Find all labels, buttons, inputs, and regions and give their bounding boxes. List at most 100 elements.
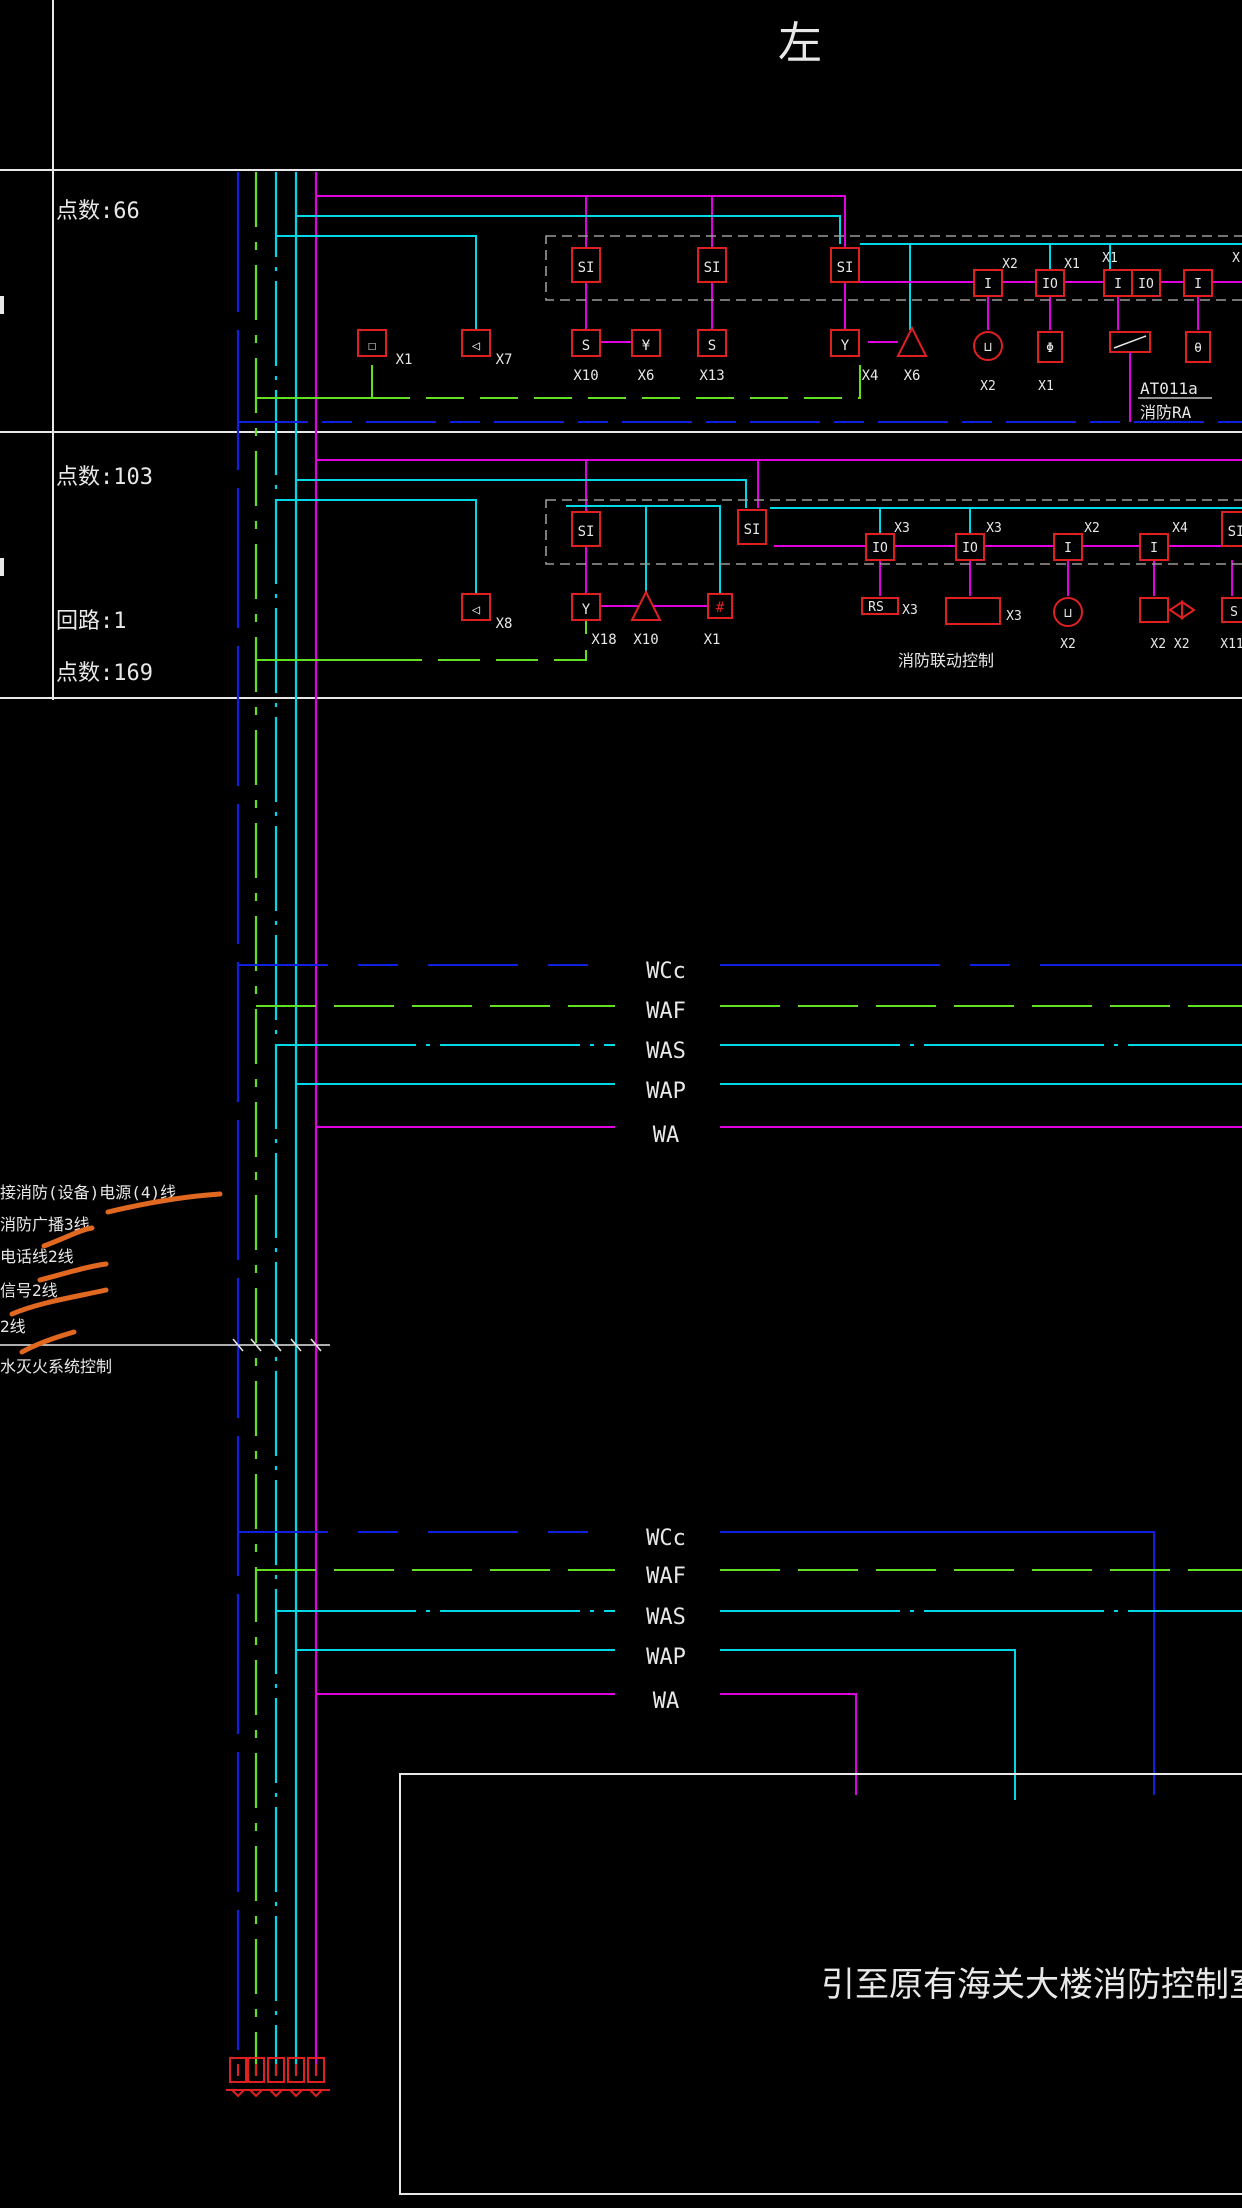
- svg-text:SI: SI: [837, 260, 854, 276]
- riser-note: 接消防(设备)电源(4)线: [0, 1183, 176, 1202]
- riser-note: 水灭火系统控制: [0, 1357, 112, 1376]
- io-device: θ: [1185, 331, 1211, 363]
- riser-note: 2线: [0, 1317, 26, 1336]
- row1-io-modules: IX2 IOX1 IX1 IO IX: [973, 251, 1240, 297]
- io-module: I X1: [1102, 251, 1133, 297]
- svg-text:X3: X3: [986, 521, 1002, 536]
- fire-alarm-system-diagram: 左 点数:66 点数:103 回路:1 点数:169 SI SI SI SX10…: [0, 0, 1242, 2195]
- svg-text:☐: ☐: [368, 338, 376, 354]
- svg-text:#: #: [716, 600, 725, 616]
- device-x10-alarm: X10: [630, 589, 662, 648]
- bus-label-wa: WA: [653, 1123, 680, 1148]
- svg-text:X11: X11: [1220, 637, 1242, 652]
- module-si: SI: [697, 247, 727, 283]
- upper-bus-lines: [238, 964, 1242, 1128]
- module-si: SI: [737, 509, 767, 545]
- svg-text:¥: ¥: [642, 338, 651, 354]
- svg-text:X4: X4: [1172, 521, 1188, 536]
- svg-text:X6: X6: [904, 368, 921, 384]
- svg-text:Y: Y: [841, 338, 850, 354]
- svg-text:I: I: [984, 277, 992, 292]
- bus-label-was: WAS: [646, 1039, 686, 1064]
- svg-text:SI: SI: [1228, 524, 1242, 540]
- row2-loop-count: 回路:1: [56, 609, 127, 634]
- device-x8-speaker: ◁ X8: [461, 593, 512, 632]
- riser-note: 电话线2线: [0, 1247, 74, 1266]
- bus-label-waf: WAF: [646, 1564, 686, 1589]
- io-device: ⊔ X2: [1053, 597, 1083, 652]
- lower-bus-labels: WCc WAF WAS WAP WA: [646, 1526, 686, 1714]
- svg-text:S: S: [708, 338, 716, 354]
- svg-text:◁: ◁: [472, 602, 481, 618]
- svg-text:θ: θ: [1194, 341, 1202, 356]
- row1-point-count: 点数:66: [56, 199, 140, 224]
- io-module: IO X3: [955, 521, 1002, 561]
- io-module: I X2: [1053, 521, 1100, 561]
- svg-text:Y: Y: [582, 602, 591, 618]
- svg-text:X6: X6: [638, 368, 655, 384]
- bus-label-wcc: WCc: [646, 1526, 686, 1551]
- svg-text:SI: SI: [578, 524, 595, 540]
- row1-wiring: [238, 195, 1242, 423]
- device-x6: ¥ X6: [631, 329, 661, 384]
- svg-text:X1: X1: [1102, 251, 1118, 266]
- row2-bottom-devices: YX18 X10 # X1: [571, 589, 733, 648]
- io-device: RS X3: [861, 597, 918, 618]
- lower-bus-lines: [238, 1531, 1242, 1800]
- svg-text:SI: SI: [744, 522, 761, 538]
- svg-text:X10: X10: [573, 368, 598, 384]
- bus-label-wcc: WCc: [646, 959, 686, 984]
- io-device: [1109, 331, 1151, 353]
- row1-note2: 消防RA: [1140, 403, 1192, 422]
- device-x6-alarm: X6: [896, 325, 928, 384]
- svg-text:I: I: [1064, 541, 1072, 556]
- io-module: I X2: [973, 257, 1018, 297]
- svg-text:X2: X2: [1060, 637, 1076, 652]
- row-side-marks: [0, 296, 4, 576]
- svg-text:SI: SI: [578, 260, 595, 276]
- vertical-risers: [236, 172, 318, 2075]
- svg-text:X2: X2: [1002, 257, 1018, 272]
- svg-text:X2 X2: X2 X2: [1150, 637, 1189, 652]
- device-x1-grid: # X1: [704, 593, 733, 648]
- svg-text:X2: X2: [980, 379, 996, 394]
- drawing-frame: [0, 0, 1242, 1346]
- svg-text:X3: X3: [902, 603, 918, 618]
- row2-point-count: 点数:103: [56, 465, 153, 490]
- svg-text:X10: X10: [633, 632, 658, 648]
- bus-label-waf: WAF: [646, 999, 686, 1024]
- device-x18: YX18: [571, 593, 617, 648]
- svg-text:S: S: [1230, 605, 1238, 620]
- svg-text:X13: X13: [699, 368, 724, 384]
- bus-label-wa: WA: [653, 1689, 680, 1714]
- row2-io-devices: RS X3 X3 ⊔ X2 X2 X2 S X11: [861, 597, 1242, 652]
- row2-note: 消防联动控制: [898, 651, 994, 670]
- io-module: IO X3: [865, 521, 910, 561]
- svg-text:⊔: ⊔: [984, 340, 992, 355]
- io-module: I X4: [1139, 521, 1188, 561]
- module-si: SI: [571, 247, 601, 283]
- row2-total-count: 点数:169: [56, 661, 153, 686]
- row1-modules: SI SI SI: [571, 247, 860, 283]
- svg-text:SI: SI: [704, 260, 721, 276]
- device-x1-box: ☐ X1: [357, 329, 412, 368]
- svg-text:◁: ◁: [472, 338, 481, 354]
- svg-text:X1: X1: [1064, 257, 1080, 272]
- io-module: IO: [1131, 269, 1161, 297]
- svg-text:⊔: ⊔: [1064, 606, 1072, 621]
- svg-text:X3: X3: [894, 521, 910, 536]
- io-device: X3: [945, 597, 1022, 625]
- page-title: 左: [778, 18, 822, 69]
- svg-text:X2: X2: [1084, 521, 1100, 536]
- svg-text:I: I: [1114, 277, 1122, 292]
- io-device: S X11: [1220, 597, 1242, 652]
- svg-text:S: S: [582, 338, 590, 354]
- riser-terminals: [226, 2057, 330, 2098]
- svg-text:IO: IO: [1138, 277, 1154, 292]
- svg-text:IO: IO: [872, 541, 888, 556]
- svg-text:I: I: [1150, 541, 1158, 556]
- svg-text:I: I: [1194, 277, 1202, 292]
- device-x4: Y X4: [830, 329, 878, 384]
- svg-text:X18: X18: [591, 632, 616, 648]
- row2-wiring: [256, 459, 1242, 661]
